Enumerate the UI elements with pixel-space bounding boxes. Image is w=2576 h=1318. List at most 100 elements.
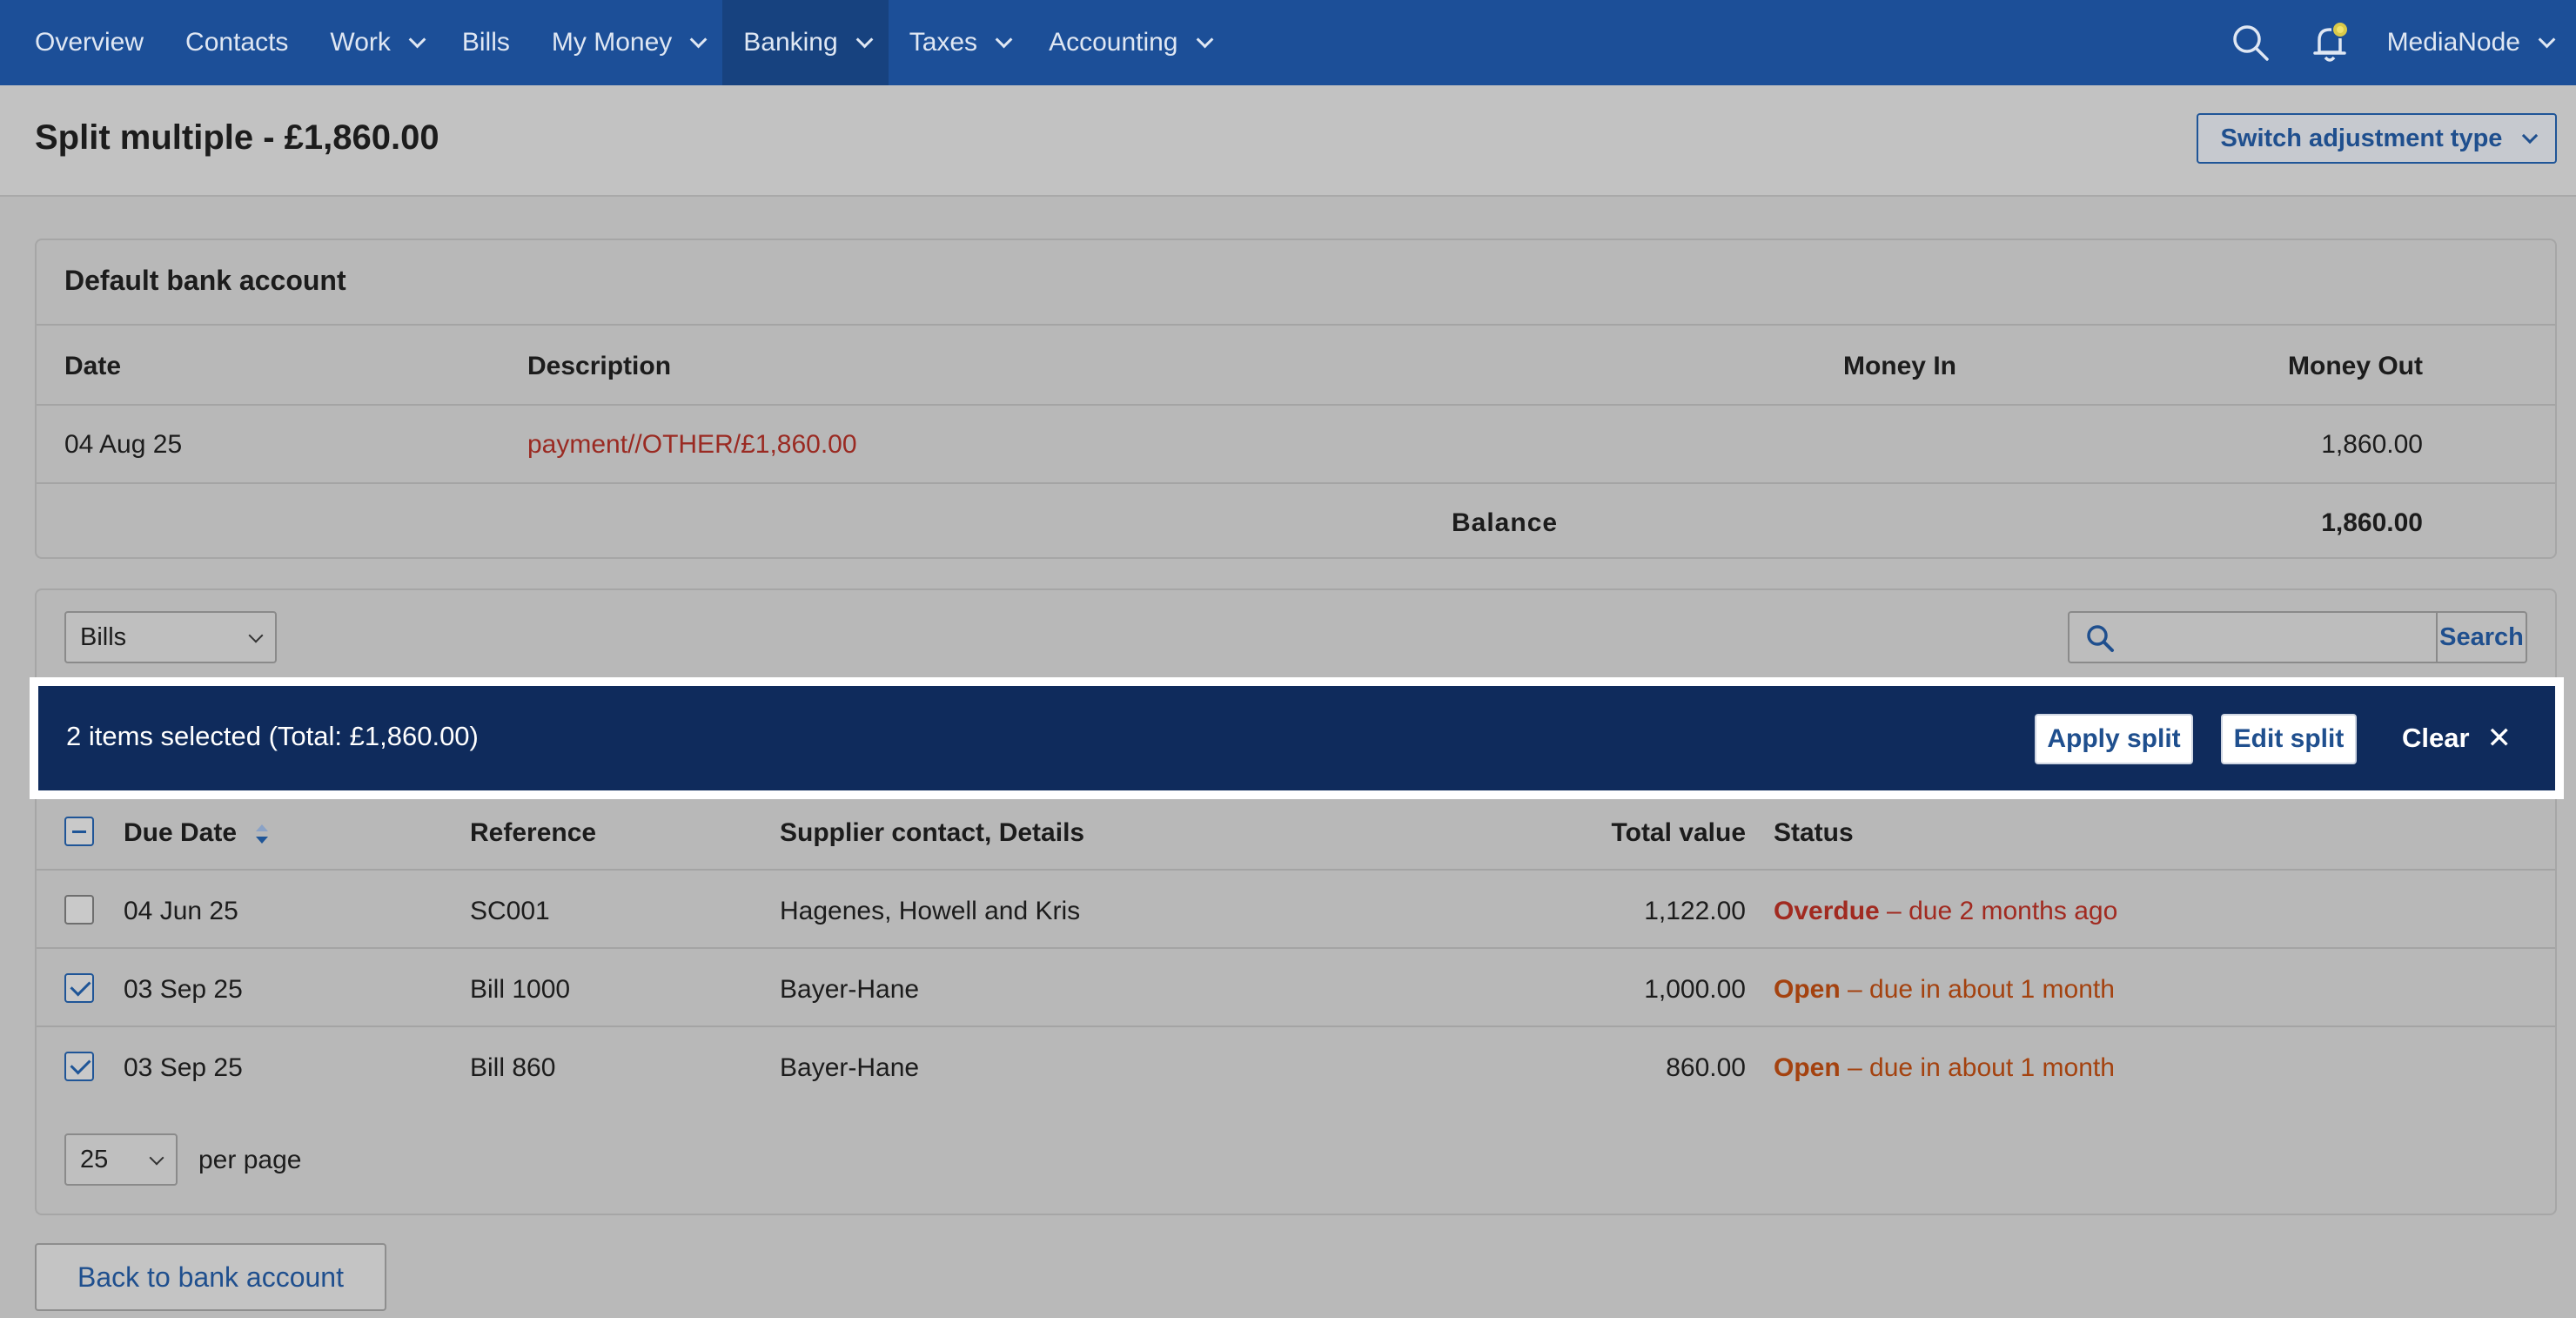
per-page-select[interactable]: 25 bbox=[64, 1133, 178, 1186]
user-name: MediaNode bbox=[2386, 28, 2520, 57]
chevron-down-icon bbox=[855, 30, 874, 49]
selection-summary: 2 items selected (Total: £1,860.00) bbox=[66, 721, 479, 751]
column-header-total-value: Total value bbox=[1611, 818, 1746, 847]
chevron-down-icon bbox=[408, 30, 426, 49]
nav-item-label: Bills bbox=[461, 28, 510, 57]
nav-menu: Overview Contacts Work Bills My Money Ba… bbox=[0, 0, 1229, 85]
nav-item-label: Contacts bbox=[185, 28, 289, 57]
column-header-reference: Reference bbox=[470, 818, 597, 847]
back-to-bank-account-button[interactable]: Back to bank account bbox=[35, 1243, 386, 1311]
page-header: Split multiple - £1,860.00 Switch adjust… bbox=[0, 85, 2576, 197]
selection-bar: 2 items selected (Total: £1,860.00) Appl… bbox=[30, 677, 2564, 799]
nav-item-contacts[interactable]: Contacts bbox=[164, 0, 309, 85]
chevron-down-icon bbox=[995, 30, 1013, 49]
nav-item-taxes[interactable]: Taxes bbox=[889, 0, 1028, 85]
divider bbox=[37, 947, 2555, 949]
status-label: Overdue bbox=[1774, 897, 1880, 925]
per-page-label: per page bbox=[198, 1146, 302, 1174]
status-detail: – due in about 1 month bbox=[1840, 1053, 2115, 1082]
row-due-date: 03 Sep 25 bbox=[124, 1053, 243, 1082]
nav-item-overview[interactable]: Overview bbox=[14, 0, 164, 85]
sort-icon bbox=[256, 824, 269, 844]
row-checkbox[interactable] bbox=[64, 895, 94, 925]
transaction-date: 04 Aug 25 bbox=[64, 430, 183, 459]
row-checkbox[interactable] bbox=[64, 1052, 94, 1081]
nav-item-label: Accounting bbox=[1049, 28, 1178, 57]
row-supplier: Hagenes, Howell and Kris bbox=[780, 897, 1081, 925]
row-reference: Bill 1000 bbox=[470, 975, 571, 1004]
divider bbox=[37, 869, 2555, 871]
search-button[interactable]: Search bbox=[2436, 613, 2526, 662]
column-header-date: Date bbox=[64, 352, 122, 380]
row-supplier: Bayer-Hane bbox=[780, 975, 920, 1004]
column-header-status: Status bbox=[1774, 818, 1854, 847]
document-type-select[interactable]: Bills bbox=[64, 611, 277, 663]
nav-item-label: My Money bbox=[551, 28, 673, 57]
nav-item-label: Banking bbox=[743, 28, 838, 57]
search-box: Search bbox=[2068, 611, 2527, 663]
edit-split-button[interactable]: Edit split bbox=[2221, 714, 2357, 764]
status-detail: – due in about 1 month bbox=[1840, 975, 2115, 1004]
per-page-value: 25 bbox=[80, 1145, 109, 1173]
balance-label: Balance bbox=[1452, 508, 1559, 537]
nav-item-label: Taxes bbox=[909, 28, 978, 57]
divider bbox=[37, 404, 2555, 406]
row-reference: Bill 860 bbox=[470, 1053, 556, 1082]
selection-bar-inner: 2 items selected (Total: £1,860.00) Appl… bbox=[38, 686, 2555, 790]
nav-item-work[interactable]: Work bbox=[309, 0, 440, 85]
nav-item-label: Work bbox=[330, 28, 391, 57]
transaction-description-link[interactable]: payment//OTHER/£1,860.00 bbox=[527, 430, 857, 460]
column-header-supplier: Supplier contact, Details bbox=[780, 818, 1085, 847]
chevron-down-icon bbox=[2522, 127, 2539, 144]
top-navigation: Overview Contacts Work Bills My Money Ba… bbox=[0, 0, 2576, 85]
bank-account-title: Default bank account bbox=[64, 265, 346, 296]
divider bbox=[37, 324, 2555, 326]
divider bbox=[37, 1025, 2555, 1027]
status-detail: – due 2 months ago bbox=[1879, 897, 2118, 925]
column-header-description: Description bbox=[527, 352, 672, 380]
row-due-date: 03 Sep 25 bbox=[124, 975, 243, 1004]
switch-adjustment-type-label: Switch adjustment type bbox=[2220, 124, 2503, 152]
chevron-down-icon bbox=[248, 628, 264, 643]
select-all-checkbox[interactable] bbox=[64, 817, 94, 846]
row-supplier: Bayer-Hane bbox=[780, 1053, 920, 1082]
row-status: Overdue – due 2 months ago bbox=[1774, 897, 2117, 926]
apply-split-button[interactable]: Apply split bbox=[2035, 714, 2193, 764]
notification-bell-icon[interactable] bbox=[2307, 19, 2354, 66]
nav-item-bills[interactable]: Bills bbox=[441, 0, 531, 85]
chevron-down-icon bbox=[2538, 30, 2556, 49]
balance-value: 1,860.00 bbox=[2321, 508, 2423, 537]
column-header-money-out: Money Out bbox=[2288, 352, 2423, 380]
search-icon[interactable] bbox=[2227, 19, 2274, 66]
document-type-value: Bills bbox=[80, 622, 127, 651]
nav-item-accounting[interactable]: Accounting bbox=[1028, 0, 1228, 85]
clear-selection-button[interactable]: Clear ✕ bbox=[2402, 721, 2512, 756]
chevron-down-icon bbox=[689, 30, 708, 49]
column-header-due-date[interactable]: Due Date bbox=[124, 818, 270, 848]
user-menu[interactable]: MediaNode bbox=[2386, 28, 2556, 57]
chevron-down-icon bbox=[149, 1150, 164, 1166]
divider bbox=[37, 482, 2555, 484]
bank-account-panel: Default bank account Date Description Mo… bbox=[35, 239, 2557, 559]
switch-adjustment-type-button[interactable]: Switch adjustment type bbox=[2197, 113, 2557, 164]
column-header-due-date-label: Due Date bbox=[124, 818, 238, 847]
row-total-value: 1,122.00 bbox=[1644, 897, 1746, 925]
page-title: Split multiple - £1,860.00 bbox=[35, 118, 439, 157]
row-reference: SC001 bbox=[470, 897, 550, 925]
transaction-money-out: 1,860.00 bbox=[2321, 430, 2423, 459]
row-total-value: 1,000.00 bbox=[1644, 975, 1746, 1004]
nav-item-label: Overview bbox=[35, 28, 144, 57]
row-due-date: 04 Jun 25 bbox=[124, 897, 238, 925]
nav-item-my-money[interactable]: My Money bbox=[531, 0, 722, 85]
row-status: Open – due in about 1 month bbox=[1774, 975, 2115, 1005]
column-header-money-in: Money In bbox=[1842, 352, 1956, 380]
row-total-value: 860.00 bbox=[1666, 1053, 1746, 1082]
row-status: Open – due in about 1 month bbox=[1774, 1053, 2115, 1083]
nav-item-banking[interactable]: Banking bbox=[722, 0, 889, 85]
search-input[interactable] bbox=[2070, 613, 2436, 662]
search-icon bbox=[2085, 623, 2115, 657]
chevron-down-icon bbox=[1196, 30, 1213, 49]
status-label: Open bbox=[1774, 1053, 1841, 1082]
row-checkbox[interactable] bbox=[64, 973, 94, 1003]
status-label: Open bbox=[1774, 975, 1841, 1004]
